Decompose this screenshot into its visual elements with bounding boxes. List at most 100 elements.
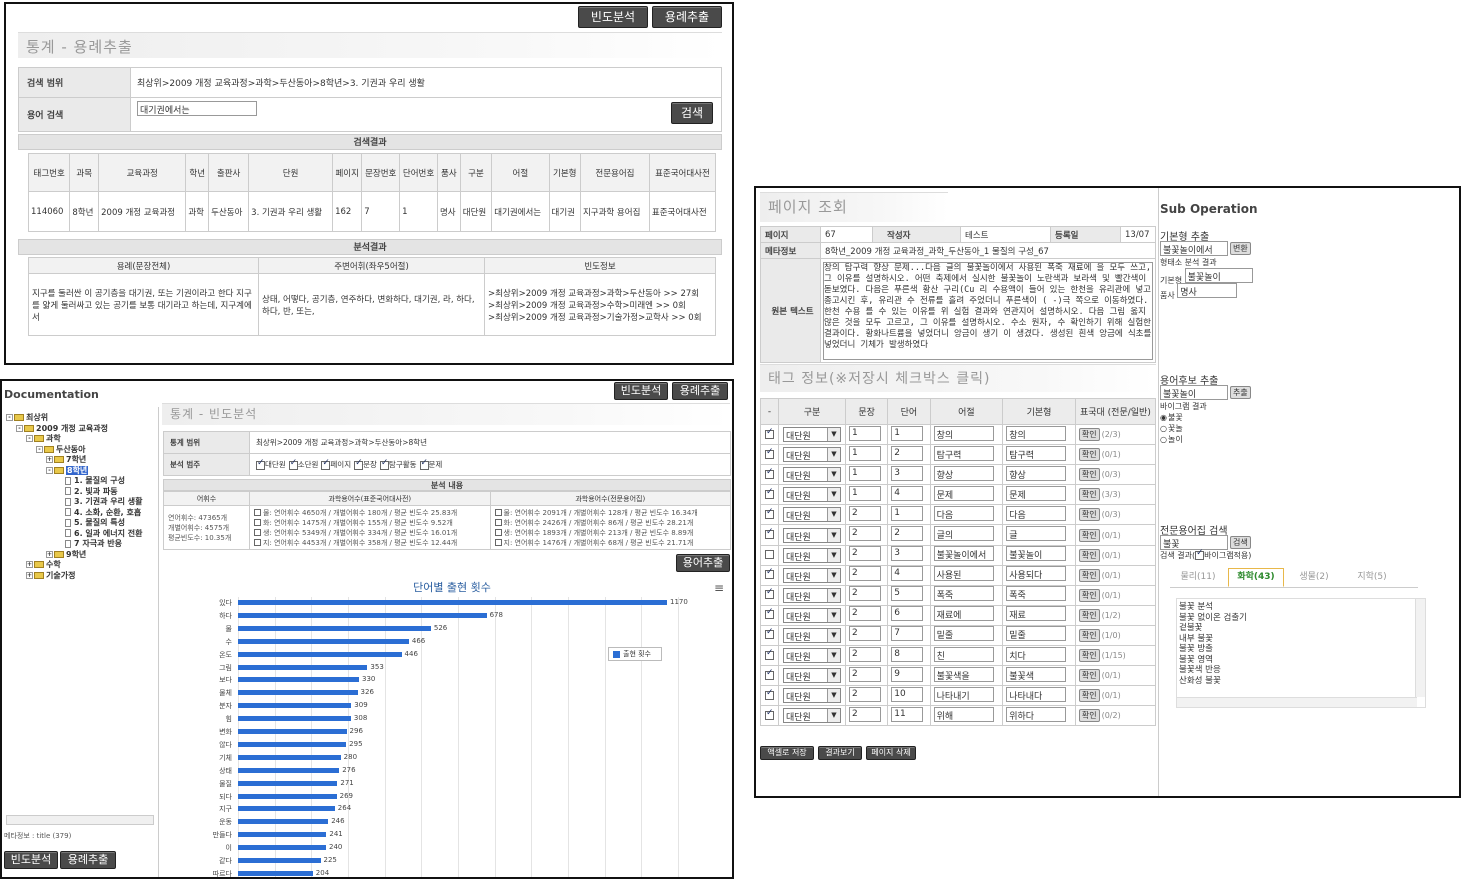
row-field-s[interactable]: 2	[849, 526, 881, 542]
confirm-button[interactable]: 확인	[1078, 528, 1100, 542]
confirm-button[interactable]: 확인	[1078, 588, 1100, 602]
row-field-e[interactable]: 글의	[933, 526, 994, 542]
row-field-e[interactable]: 향상	[933, 465, 994, 481]
tree-node[interactable]: 6. 일과 에너지 전환	[6, 529, 154, 540]
bigram-option[interactable]: ◉불꽃	[1160, 412, 1183, 423]
row-field-b[interactable]: 글	[1006, 526, 1067, 542]
tree-node[interactable]: - 2009 개정 교육과정	[6, 424, 154, 435]
subject-tab[interactable]: 지학(5)	[1344, 569, 1400, 588]
row-field-e[interactable]: 창의	[933, 425, 994, 441]
row-field-w[interactable]: 7	[891, 626, 924, 642]
collapse-icon[interactable]: -	[46, 466, 53, 474]
category-select[interactable]: 대단원 ▼	[783, 648, 841, 664]
row-checkbox[interactable]	[765, 427, 774, 439]
tree-node[interactable]: + 수학	[6, 560, 154, 571]
confirm-button[interactable]: 확인	[1078, 709, 1100, 723]
row-checkbox[interactable]	[765, 567, 774, 580]
row-checkbox[interactable]	[765, 527, 774, 540]
row-field-s[interactable]: 2	[849, 666, 881, 682]
category-select[interactable]: 대단원 ▼	[783, 447, 841, 463]
category-select[interactable]: 대단원 ▼	[783, 627, 841, 643]
category-select[interactable]: 대단원 ▼	[783, 587, 841, 603]
stat-checkbox[interactable]	[254, 519, 261, 526]
extract-button[interactable]: 추출	[1230, 386, 1251, 399]
category-checkbox[interactable]	[256, 458, 265, 470]
row-field-e[interactable]: 나타내기	[933, 686, 994, 702]
category-select[interactable]: 대단원 ▼	[783, 467, 841, 483]
tree-node[interactable]: 1. 물질의 구성	[6, 476, 154, 487]
category-checkbox[interactable]	[288, 458, 298, 470]
stat-checkbox[interactable]	[494, 509, 502, 516]
category-select[interactable]: 대단원 ▼	[783, 688, 841, 704]
subject-tab[interactable]: 물리(11)	[1170, 569, 1226, 588]
radio-icon[interactable]: ○	[1160, 435, 1167, 444]
row-field-b[interactable]: 다음	[1006, 505, 1067, 521]
tree-node[interactable]: 5. 물질의 특성	[6, 518, 154, 529]
list-item[interactable]: 겉불꽃	[1179, 623, 1425, 634]
menu-icon[interactable]: ≡	[714, 581, 724, 595]
expand-icon[interactable]: +	[46, 550, 53, 558]
row-field-b[interactable]: 치다	[1006, 646, 1067, 662]
category-checkbox[interactable]	[321, 458, 331, 470]
confirm-button[interactable]: 확인	[1078, 628, 1100, 642]
confirm-button[interactable]: 확인	[1078, 448, 1100, 462]
stat-checkbox[interactable]	[254, 539, 261, 546]
stat-checkbox[interactable]	[494, 529, 502, 536]
collapse-icon[interactable]: -	[6, 414, 13, 421]
row-field-b[interactable]: 밑줄	[1006, 626, 1067, 642]
subject-tab[interactable]: 생물(2)	[1286, 569, 1342, 588]
row-field-s[interactable]: 1	[849, 425, 881, 441]
collapse-icon[interactable]: -	[26, 435, 33, 442]
stat-checkbox[interactable]	[254, 529, 261, 536]
tree-node[interactable]: +9학년	[6, 550, 154, 561]
search-button[interactable]: 검색	[671, 102, 713, 124]
row-field-w[interactable]: 4	[891, 566, 924, 582]
category-checkbox[interactable]	[379, 458, 389, 470]
tree-node[interactable]: 3. 기권과 우리 생활	[6, 497, 154, 508]
list-scrollbar[interactable]	[1415, 599, 1425, 697]
row-field-s[interactable]: 1	[849, 465, 881, 481]
row-field-s[interactable]: 2	[849, 566, 881, 582]
row-checkbox[interactable]	[765, 467, 774, 479]
row-checkbox[interactable]	[765, 648, 774, 660]
row-field-s[interactable]: 2	[849, 706, 881, 722]
row-field-e[interactable]: 문제	[933, 485, 994, 501]
row-field-e[interactable]: 위해	[933, 706, 994, 722]
category-select[interactable]: 대단원 ▼	[783, 507, 841, 523]
row-field-w[interactable]: 9	[891, 666, 924, 682]
radio-icon[interactable]: ○	[1160, 424, 1167, 433]
row-field-w[interactable]: 3	[891, 546, 924, 562]
confirm-button[interactable]: 확인	[1078, 649, 1100, 663]
row-checkbox[interactable]	[765, 447, 774, 459]
row-field-s[interactable]: 2	[849, 626, 881, 642]
tree-scrollbar[interactable]	[6, 815, 154, 825]
stat-checkbox[interactable]	[494, 519, 502, 526]
example-extraction-button[interactable]: 용례추출	[652, 6, 722, 28]
document-tree[interactable]: - 최상위 -2009 개정 교육과정 - 과학 - 두산동아 +7학년 -8학년 1. 물질의 …	[6, 413, 154, 813]
bigram-option[interactable]: ○놀이	[1160, 434, 1183, 445]
tree-node[interactable]: 4. 소화, 순환, 호흡	[6, 508, 154, 519]
row-field-w[interactable]: 8	[891, 646, 924, 662]
category-checkbox[interactable]	[354, 458, 364, 470]
row-field-b[interactable]: 나타내다	[1006, 686, 1067, 702]
row-field-b[interactable]: 재료	[1006, 606, 1067, 622]
list-item[interactable]: 불꽃 분석	[1179, 602, 1425, 613]
base-result-field[interactable]: 불꽃놀이	[1184, 268, 1253, 283]
list-item[interactable]: 산화성 불꽃	[1179, 676, 1425, 687]
row-field-e[interactable]: 다음	[933, 505, 994, 521]
row-field-b[interactable]: 사용되다	[1006, 566, 1067, 582]
row-field-e[interactable]: 밑줄	[933, 626, 994, 642]
list-item[interactable]: 불꽃 없이온 검출기	[1179, 613, 1425, 624]
row-field-s[interactable]: 2	[849, 546, 881, 562]
row-field-e[interactable]: 탐구력	[933, 445, 994, 461]
row-field-e[interactable]: 사용된	[933, 566, 994, 582]
tree-node[interactable]: +7학년	[6, 455, 154, 466]
pos-result-field[interactable]: 명사	[1177, 283, 1238, 298]
row-field-b[interactable]: 불꽃놀이	[1006, 546, 1067, 562]
row-field-b[interactable]: 창의	[1006, 425, 1067, 441]
confirm-button[interactable]: 확인	[1078, 508, 1100, 522]
row-field-e[interactable]: 폭죽	[933, 586, 994, 602]
page-delete-button[interactable]: 페이지 삭제	[866, 746, 916, 760]
row-checkbox[interactable]	[765, 550, 774, 560]
frequency-analysis-button[interactable]: 빈도분석	[578, 6, 648, 28]
